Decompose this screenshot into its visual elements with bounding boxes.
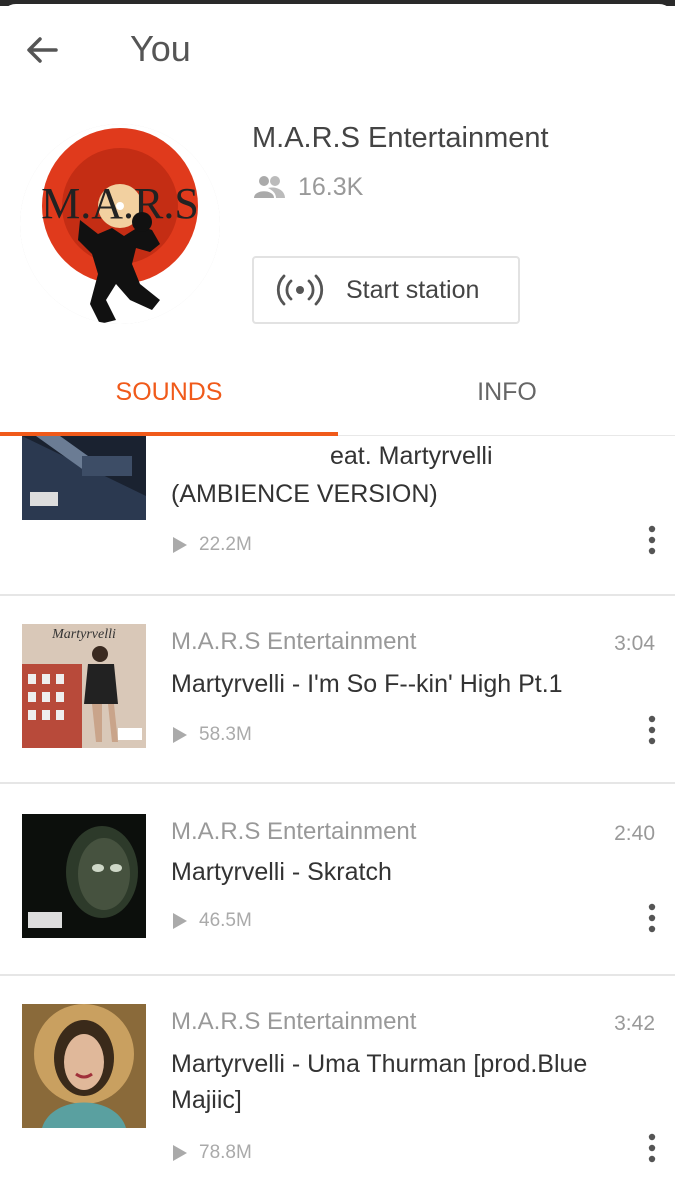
play-count: 78.8M bbox=[171, 1140, 252, 1166]
play-count: 46.5M bbox=[171, 908, 252, 934]
start-station-label: Start station bbox=[346, 275, 480, 304]
play-icon bbox=[173, 537, 187, 553]
back-arrow-icon[interactable] bbox=[22, 30, 62, 70]
more-vertical-icon[interactable] bbox=[645, 902, 659, 934]
play-icon bbox=[173, 913, 187, 929]
more-vertical-icon[interactable] bbox=[645, 1132, 659, 1164]
track-title: Martyrvelli - Skratch bbox=[171, 858, 392, 886]
more-vertical-icon[interactable] bbox=[645, 714, 659, 746]
obscured-title-area bbox=[150, 436, 330, 466]
track-title: Martyrvelli - I'm So F--kin' High Pt.1 bbox=[171, 670, 563, 698]
play-count-label: 22.2M bbox=[199, 534, 252, 555]
profile-tabs: SOUNDS INFO bbox=[0, 352, 675, 437]
track-row[interactable]: Martyrvelli M.A.R.S Entertainment 3:04 M… bbox=[0, 596, 675, 782]
play-count-label: 78.8M bbox=[199, 1142, 252, 1163]
track-title: Martyrvelli - Uma Thurman [prod.Blue Maj… bbox=[171, 1050, 588, 1114]
track-artist: M.A.R.S Entertainment bbox=[171, 628, 417, 655]
track-duration: 2:40 bbox=[614, 822, 655, 845]
track-artwork bbox=[22, 1004, 146, 1128]
track-artist: M.A.R.S Entertainment bbox=[171, 1008, 417, 1035]
start-station-button[interactable]: Start station bbox=[252, 256, 520, 324]
play-icon bbox=[173, 1145, 187, 1161]
track-row[interactable]: eat. Martyrvelli (AMBIENCE VERSION) 22.2… bbox=[0, 436, 675, 594]
profile-avatar[interactable]: M.A.R.S bbox=[20, 124, 220, 324]
track-list[interactable]: eat. Martyrvelli (AMBIENCE VERSION) 22.2… bbox=[0, 436, 675, 1200]
track-row[interactable]: M.A.R.S Entertainment 2:40 Martyrvelli -… bbox=[0, 784, 675, 974]
track-title-line: (AMBIENCE VERSION) bbox=[171, 480, 438, 508]
more-vertical-icon[interactable] bbox=[645, 524, 659, 556]
followers-count[interactable]: 16.3K bbox=[252, 170, 363, 204]
tab-info[interactable]: INFO bbox=[338, 352, 675, 432]
track-duration: 3:04 bbox=[614, 632, 655, 655]
people-icon bbox=[254, 176, 285, 198]
mars-logo: M.A.R.S bbox=[20, 124, 220, 324]
app-bar: You bbox=[0, 10, 675, 90]
play-count: 22.2M bbox=[171, 532, 252, 558]
device-frame-top bbox=[0, 0, 675, 22]
play-count: 58.3M bbox=[171, 722, 252, 748]
profile-name: M.A.R.S Entertainment bbox=[252, 122, 549, 154]
track-title-line: eat. Martyrvelli bbox=[330, 442, 493, 470]
play-icon bbox=[173, 727, 187, 743]
tab-sounds[interactable]: SOUNDS bbox=[0, 352, 338, 432]
play-count-label: 46.5M bbox=[199, 910, 252, 931]
followers-count-label: 16.3K bbox=[298, 172, 364, 201]
track-duration: 3:42 bbox=[614, 1012, 655, 1035]
track-row[interactable]: M.A.R.S Entertainment 3:42 Martyrvelli -… bbox=[0, 976, 675, 1200]
page-title: You bbox=[130, 28, 191, 69]
track-artist: M.A.R.S Entertainment bbox=[171, 818, 417, 845]
radio-broadcast-icon bbox=[276, 274, 324, 306]
track-artwork bbox=[22, 436, 146, 520]
play-count-label: 58.3M bbox=[199, 724, 252, 745]
avatar-logo-text: M.A.R.S bbox=[41, 179, 199, 228]
track-artwork bbox=[22, 814, 146, 938]
track-artwork: Martyrvelli bbox=[22, 624, 146, 748]
artwork-text: Martyrvelli bbox=[51, 627, 116, 642]
